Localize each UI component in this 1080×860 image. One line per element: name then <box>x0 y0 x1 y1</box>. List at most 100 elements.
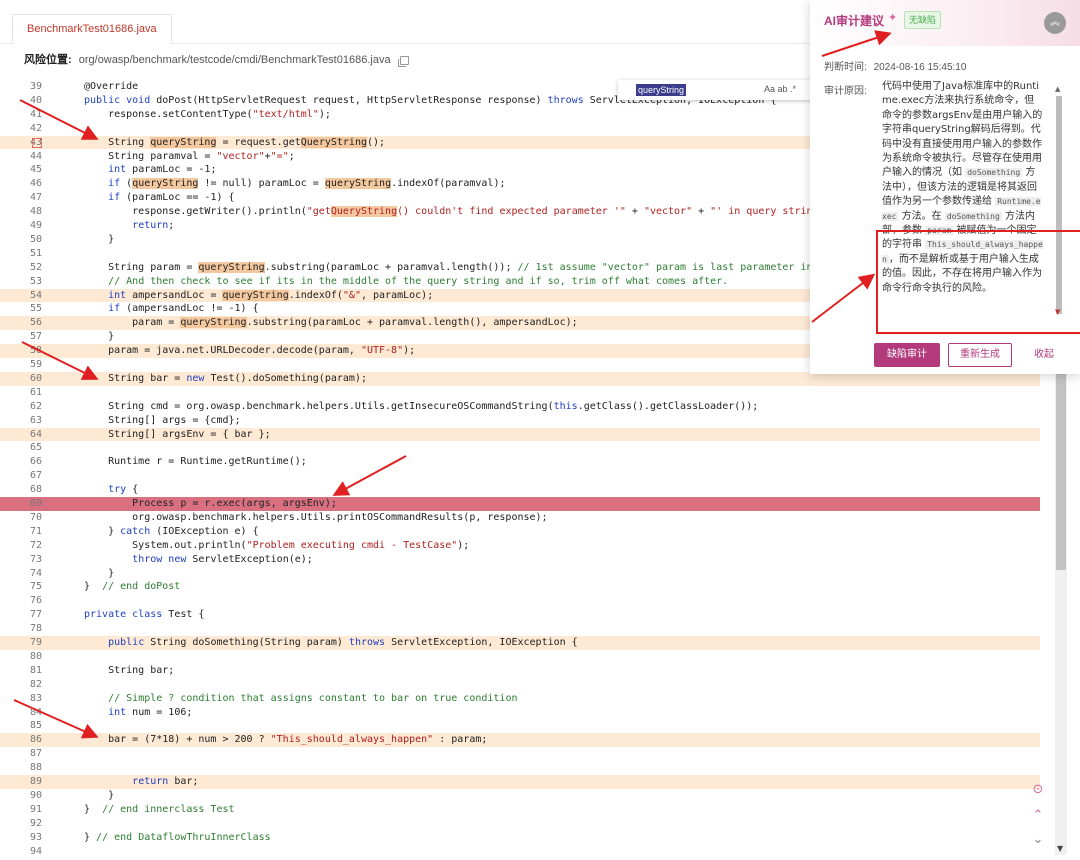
code-line[interactable]: 76 <box>0 594 1040 608</box>
code-line[interactable]: 75} // end doPost <box>0 580 1040 594</box>
code-line[interactable]: 89 return bar; <box>0 775 1040 789</box>
line-number: 63 <box>29 414 42 426</box>
line-number: 45 <box>29 164 42 176</box>
code-line[interactable]: 88 <box>0 761 1040 775</box>
scroll-up-icon[interactable]: ⌃ <box>1030 808 1046 824</box>
judge-time-row: 判断时间: 2024-08-16 15:45:10 <box>824 58 966 73</box>
find-options[interactable]: Aa ab .* <box>764 84 796 94</box>
code-line[interactable]: 81 String bar; <box>0 664 1040 678</box>
code-line[interactable]: 82 <box>0 678 1040 692</box>
line-code: response.setContentType("text/html"); <box>84 108 331 120</box>
code-line[interactable]: 62 String cmd = org.owasp.benchmark.help… <box>0 400 1040 414</box>
code-line[interactable]: 85 <box>0 719 1040 733</box>
collapse-button[interactable]: 收起 <box>1024 343 1064 367</box>
line-number: 92 <box>29 817 42 829</box>
code-line[interactable]: 67 <box>0 469 1040 483</box>
defect-audit-button[interactable]: 缺陷审计 <box>874 343 940 367</box>
code-line[interactable]: 68 try { <box>0 483 1040 497</box>
line-number: 58 <box>29 345 42 357</box>
line-number: 59 <box>29 359 42 370</box>
line-code: String[] argsEnv = { bar }; <box>84 428 271 440</box>
line-number: 75 <box>29 581 42 593</box>
line-number: 72 <box>29 539 42 551</box>
code-line[interactable]: 77 private class Test { <box>0 608 1040 622</box>
line-number: 41 <box>29 108 42 120</box>
code-line[interactable]: 90 } <box>0 789 1040 803</box>
line-number: 91 <box>29 803 42 815</box>
file-tab[interactable]: BenchmarkTest01686.java <box>12 14 172 44</box>
code-line[interactable]: 73 throw new ServletException(e); <box>0 553 1040 567</box>
line-number: 57 <box>29 331 42 343</box>
line-number: 46 <box>29 178 42 190</box>
find-widget[interactable]: queryString Aa ab .* <box>618 80 818 100</box>
line-code: try { <box>108 484 139 496</box>
line-number: 82 <box>29 678 42 690</box>
line-code: String cmd = org.owasp.benchmark.helpers… <box>84 400 759 412</box>
find-input[interactable]: queryString <box>636 84 687 96</box>
line-number: 62 <box>29 400 42 412</box>
line-number: 81 <box>29 664 42 676</box>
line-code: @Override <box>84 81 139 92</box>
code-line[interactable]: 80 <box>0 650 1040 664</box>
judge-time-value: 2024-08-16 15:45:10 <box>873 62 967 73</box>
line-number: 50 <box>29 233 42 245</box>
code-line[interactable]: 71 } catch (IOException e) { <box>0 525 1040 539</box>
code-line[interactable]: 69 Process p = r.exec(args, argsEnv); <box>0 497 1040 511</box>
line-code: if (paramLoc == -1) { <box>108 192 235 204</box>
line-number: 76 <box>29 595 42 607</box>
line-code: // Simple ? condition that assigns const… <box>108 692 518 704</box>
line-number: 52 <box>29 261 42 273</box>
line-code: } <box>84 789 115 801</box>
line-number: 53 <box>29 275 42 287</box>
line-number: 90 <box>29 789 42 801</box>
line-code: param = queryString.substring(paramLoc +… <box>84 317 578 329</box>
line-number: 78 <box>29 623 42 635</box>
code-line[interactable]: 84 int num = 106; <box>0 706 1040 720</box>
line-code: String bar = new Test().doSomething(para… <box>84 372 367 384</box>
code-line[interactable]: 78 <box>0 622 1040 636</box>
line-number: 69 <box>29 498 42 509</box>
sparkle-icon: ✦ <box>888 11 898 24</box>
code-line[interactable]: 83 // Simple ? condition that assigns co… <box>0 692 1040 706</box>
line-number: 54 <box>29 289 42 301</box>
line-code: System.out.println("Problem executing cm… <box>84 539 470 551</box>
line-code: return; <box>132 220 175 231</box>
line-code: return bar; <box>132 776 199 787</box>
code-line[interactable]: 66 Runtime r = Runtime.getRuntime(); <box>0 455 1040 469</box>
code-line[interactable]: 74 } <box>0 567 1040 581</box>
line-code: bar = (7*18) + num > 200 ? "This_should_… <box>84 734 488 746</box>
code-line[interactable]: 65 <box>0 441 1040 455</box>
code-line[interactable]: 92 <box>0 817 1040 831</box>
regenerate-button[interactable]: 重新生成 <box>948 343 1012 367</box>
line-code: } // end innerclass Test <box>84 803 235 815</box>
line-code: public String doSomething(String param) … <box>108 637 578 648</box>
copy-icon[interactable] <box>397 55 409 67</box>
risk-location-label: 风险位置: <box>24 54 72 66</box>
code-line[interactable]: 93} // end DataflowThruInnerClass <box>0 831 1040 845</box>
scroll-down-circle-icon[interactable]: ⌄ <box>1030 832 1046 848</box>
code-line[interactable]: 64 String[] argsEnv = { bar }; <box>0 427 1040 442</box>
reason-scroll-up-icon[interactable]: ▲ <box>1055 85 1060 93</box>
line-code: Process p = r.exec(args, argsEnv); <box>84 498 337 509</box>
line-code: int ampersandLoc = queryString.indexOf("… <box>108 289 434 301</box>
line-number: 64 <box>29 428 42 440</box>
code-line[interactable]: 79 public String doSomething(String para… <box>0 636 1040 650</box>
line-number: 74 <box>29 567 42 579</box>
location-pin-icon[interactable]: ⊙ <box>1030 782 1046 798</box>
code-line[interactable]: 86 bar = (7*18) + num > 200 ? "This_shou… <box>0 733 1040 748</box>
collapse-icon[interactable]: ︽ <box>1044 12 1066 34</box>
code-line[interactable]: 87 <box>0 747 1040 761</box>
scroll-down-icon[interactable]: ▼ <box>1057 844 1063 853</box>
code-line[interactable]: 70 org.owasp.benchmark.helpers.Utils.pri… <box>0 511 1040 525</box>
code-line[interactable]: 63 String[] args = {cmd}; <box>0 414 1040 428</box>
line-number: 68 <box>29 484 42 496</box>
code-line[interactable]: 91 } // end innerclass Test <box>0 803 1040 817</box>
code-line[interactable]: 72 System.out.println("Problem executing… <box>0 539 1040 553</box>
line-number: 51 <box>29 247 42 259</box>
line-number: 65 <box>29 442 42 454</box>
breakpoint-icon[interactable] <box>32 137 42 148</box>
risk-location-path: org/owasp/benchmark/testcode/cmdi/Benchm… <box>78 54 391 66</box>
code-line[interactable]: 94 <box>0 845 1040 859</box>
code-line[interactable]: 61 <box>0 386 1040 400</box>
line-number: 47 <box>29 192 42 204</box>
